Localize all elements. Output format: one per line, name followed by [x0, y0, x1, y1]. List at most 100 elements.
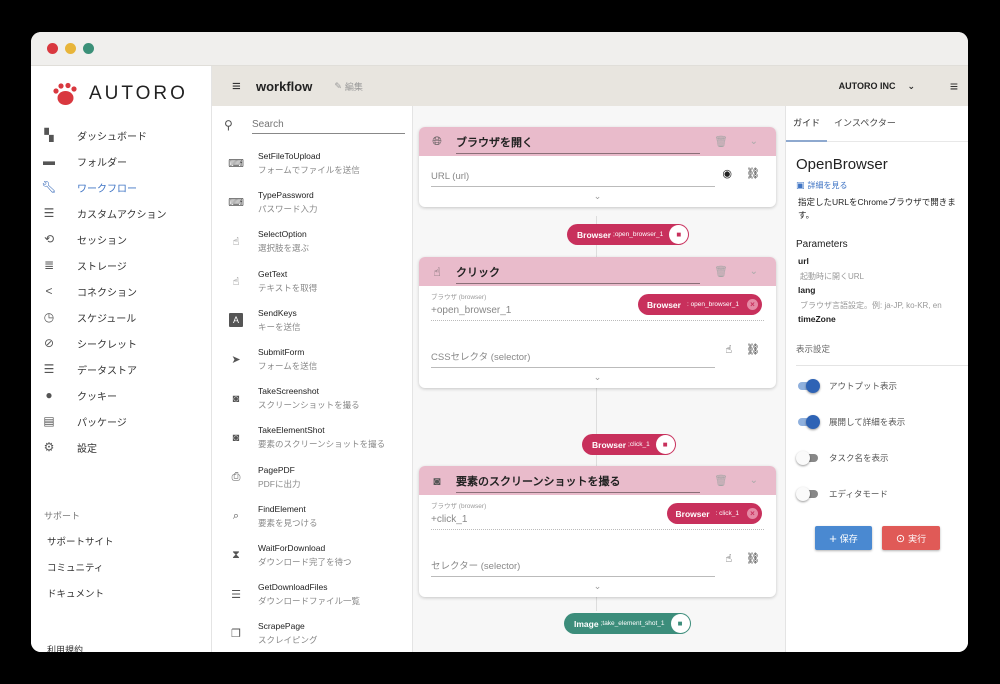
sidebar-item-schedule[interactable]: ◷ スケジュール	[31, 304, 211, 330]
close-window-button[interactable]	[47, 43, 58, 54]
palette-item[interactable]: ☝︎ GetText テキストを取得	[212, 262, 412, 301]
selector-input[interactable]: セレクター (selector)	[431, 554, 715, 577]
chevron-down-icon[interactable]: ⌄	[750, 266, 758, 277]
task-card-open-browser[interactable]: 🌐︎ ブラウザを開く 🗑︎ ⌄ URL (url) ◉ ⛓︎ ⌄	[419, 127, 776, 207]
pointer-picker-icon[interactable]: ☝︎	[725, 552, 732, 565]
toggle-knob[interactable]	[806, 379, 820, 393]
maximize-window-button[interactable]	[83, 43, 94, 54]
palette-item[interactable]: ◙ TakeScreenshot スクリーンショットを撮る	[212, 379, 412, 418]
expand-icon[interactable]: ⌄	[419, 581, 776, 597]
toggle-knob[interactable]	[806, 415, 820, 429]
palette-item[interactable]: ⌨ SetFileToUpload フォームでファイルを送信	[212, 144, 412, 183]
parameters-list[interactable]: url 起動時に開くURL lang ブラウザ言語設定。例: ja-JP, ko-KR…	[798, 254, 968, 330]
url-input[interactable]: URL (url)	[431, 167, 715, 187]
sidebar-item-package[interactable]: ▤ パッケージ	[31, 408, 211, 434]
palette-item[interactable]: ⌨ TypePassword パスワード入力	[212, 183, 412, 222]
palette-item[interactable]: ⎙ PagePDF PDFに出力	[212, 458, 412, 497]
toggle-knob[interactable]	[796, 487, 810, 501]
browser-field[interactable]: ブラウザ (browser) +open_browser_1 Browser: …	[431, 291, 764, 321]
card-title[interactable]: 要素のスクリーンショットを撮る	[456, 469, 700, 493]
sidebar-item-dashboard[interactable]: ▚ ダッシュボード	[31, 122, 211, 148]
link-icon[interactable]: ⛓︎	[746, 343, 760, 356]
palette-item[interactable]: ➤ SubmitForm フォームを送信	[212, 340, 412, 379]
sidebar-item-datastore[interactable]: ☰ データストア	[31, 356, 211, 382]
support-heading: サポート	[44, 510, 81, 521]
output-chip-click[interactable]: Browser ;click_1 ■	[582, 434, 676, 455]
sidebar-item-custom-action[interactable]: ☰ カスタムアクション	[31, 200, 211, 226]
palette-item-text: FindElement 要素を見つける	[258, 504, 318, 529]
edit-button[interactable]: ✎ 編集	[334, 80, 363, 93]
browser-field[interactable]: ブラウザ (browser) +click_1 Browser: click_1…	[431, 500, 764, 530]
documents-link[interactable]: ドキュメント	[31, 580, 211, 606]
palette-item-name: PagePDF	[258, 464, 295, 475]
sidebar-item-session[interactable]: ⟲ セッション	[31, 226, 211, 252]
video-camera-icon[interactable]: ■	[670, 614, 690, 633]
community-link[interactable]: コミュニティ	[31, 554, 211, 580]
terms-link[interactable]: 利用規約	[47, 643, 83, 652]
search-input[interactable]	[252, 116, 405, 134]
expand-icon[interactable]: ⌄	[419, 372, 776, 388]
save-button[interactable]: + 保存	[815, 526, 872, 550]
browser-chip[interactable]: Browser: open_browser_1 ×	[637, 294, 762, 315]
toggle-switch[interactable]	[796, 379, 820, 393]
card-title[interactable]: ブラウザを開く	[456, 130, 700, 154]
palette-item-desc: テキストを取得	[258, 282, 318, 293]
toggle-switch[interactable]	[796, 451, 820, 465]
output-type: Image	[574, 618, 599, 629]
selector-field[interactable]: CSSセレクタ (selector) ☝︎ ⛓︎	[431, 343, 764, 368]
remove-chip-icon[interactable]: ×	[747, 299, 758, 310]
more-details-link[interactable]: ▣ 詳細を見る	[796, 180, 968, 191]
palette-item[interactable]: ◙ TakeElementShot 要素のスクリーンショットを撮る	[212, 418, 412, 457]
chevron-down-icon[interactable]: ⌄	[750, 136, 758, 147]
menu-icon[interactable]: ≡	[232, 78, 246, 95]
video-camera-icon[interactable]: ■	[655, 435, 675, 454]
trash-icon[interactable]: 🗑︎	[714, 135, 728, 148]
workflow-canvas[interactable]: 🌐︎ ブラウザを開く 🗑︎ ⌄ URL (url) ◉ ⛓︎ ⌄ Browser…	[413, 106, 786, 652]
sidebar-item-folder[interactable]: ▬ フォルダー	[31, 148, 211, 174]
trash-icon[interactable]: 🗑︎	[714, 474, 728, 487]
tab-inspector[interactable]: インスペクター	[827, 116, 903, 141]
sidebar-item-settings[interactable]: ⚙ 設定	[31, 434, 211, 460]
link-icon[interactable]: ⛓︎	[746, 167, 760, 180]
selector-field[interactable]: セレクター (selector) ☝︎ ⛓︎	[431, 552, 764, 577]
output-chip-element-shot[interactable]: Image ;take_element_shot_1 ■	[564, 613, 691, 634]
card-title[interactable]: クリック	[456, 260, 700, 284]
palette-item-name: SetFileToUpload	[258, 151, 321, 162]
toggle-switch[interactable]	[796, 487, 820, 501]
chevron-down-icon[interactable]: ⌄	[750, 475, 758, 486]
palette-item[interactable]: ⌕ FindElement 要素を見つける	[212, 497, 412, 536]
sidebar-item-connection[interactable]: < コネクション	[31, 278, 211, 304]
logo[interactable]: AUTORO	[31, 66, 211, 122]
palette-item[interactable]: A SendKeys キーを送信	[212, 301, 412, 340]
expand-icon[interactable]: ⌄	[419, 191, 776, 207]
palette-item[interactable]: ❐ ScrapePage スクレイピング	[212, 614, 412, 652]
url-field[interactable]: URL (url) ◉ ⛓︎	[431, 167, 764, 187]
support-site-link[interactable]: サポートサイト	[31, 528, 211, 554]
minimize-window-button[interactable]	[65, 43, 76, 54]
link-icon[interactable]: ⛓︎	[746, 552, 760, 565]
sidebar-item-secret[interactable]: ⊘ シークレット	[31, 330, 211, 356]
run-button[interactable]: ⊙ 実行	[882, 526, 940, 550]
sidebar-item-workflow[interactable]: 🔧︎ ワークフロー	[31, 174, 211, 200]
browser-chip[interactable]: Browser: click_1 ×	[666, 503, 762, 524]
task-card-click[interactable]: ☝︎ クリック 🗑︎ ⌄ ブラウザ (browser) +open_browse…	[419, 257, 776, 388]
task-card-element-screenshot[interactable]: ◙ 要素のスクリーンショットを撮る 🗑︎ ⌄ ブラウザ (browser) +c…	[419, 466, 776, 597]
pointer-picker-icon[interactable]: ☝︎	[725, 343, 732, 356]
output-name: ;open_browser_1	[613, 231, 664, 238]
tab-guide[interactable]: ガイド	[786, 116, 828, 142]
video-camera-icon[interactable]: ■	[669, 225, 689, 244]
sidebar-item-cookie[interactable]: ● クッキー	[31, 382, 211, 408]
remove-chip-icon[interactable]: ×	[747, 508, 758, 519]
palette-item[interactable]: ⧗ WaitForDownload ダウンロード完了を待つ	[212, 536, 412, 575]
palette-item[interactable]: ☰ GetDownloadFiles ダウンロードファイル一覧	[212, 575, 412, 614]
toggle-knob[interactable]	[796, 451, 810, 465]
trash-icon[interactable]: 🗑︎	[714, 265, 728, 278]
output-chip-open-browser[interactable]: Browser ;open_browser_1 ■	[567, 224, 690, 245]
toggle-switch[interactable]	[796, 415, 820, 429]
org-selector[interactable]: AUTORO INC ⌄	[839, 81, 915, 92]
selector-input[interactable]: CSSセレクタ (selector)	[431, 345, 715, 368]
hamburger-menu-icon[interactable]: ≡	[950, 78, 958, 94]
chrome-icon[interactable]: ◉	[722, 167, 732, 180]
palette-item[interactable]: ☝︎ SelectOption 選択肢を選ぶ	[212, 222, 412, 261]
sidebar-item-storage[interactable]: ≣ ストレージ	[31, 252, 211, 278]
